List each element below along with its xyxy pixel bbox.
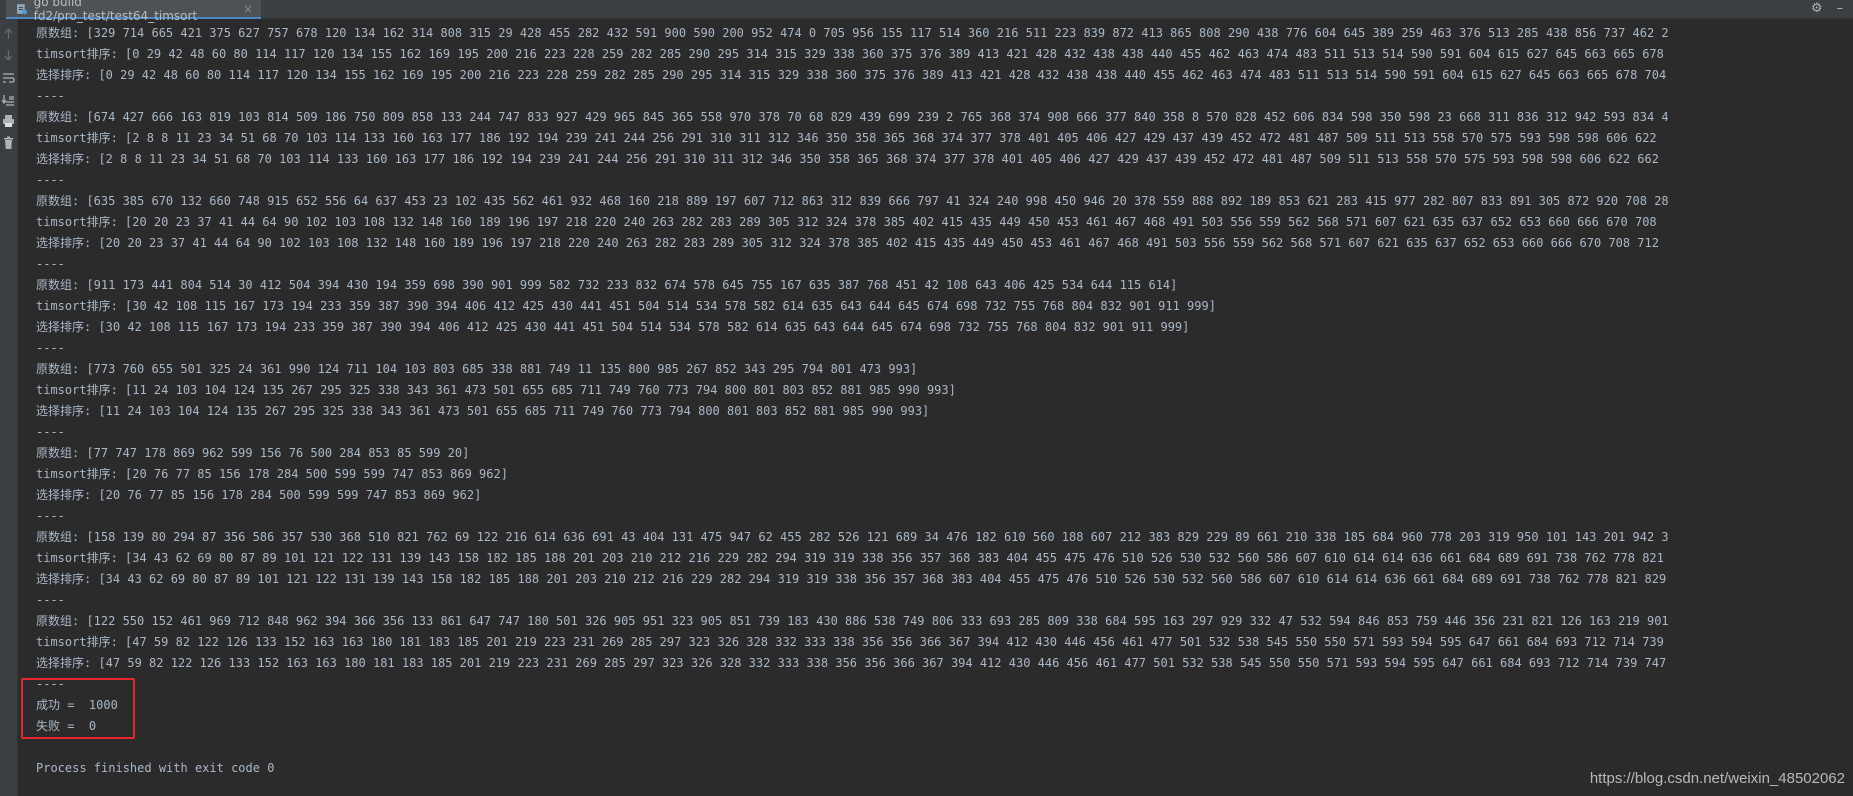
console-line: 原数组: [635 385 670 132 660 748 915 652 55… <box>36 194 1669 208</box>
close-icon[interactable]: × <box>243 2 253 16</box>
console-line: timsort排序: [47 59 82 122 126 133 152 163… <box>36 635 1664 649</box>
console-line: ---- <box>36 593 65 607</box>
gear-icon[interactable]: ⚙ <box>1811 1 1823 16</box>
console-line: 选择排序: [20 76 77 85 156 178 284 500 599 5… <box>36 488 482 502</box>
trash-icon[interactable] <box>2 136 15 150</box>
tab-bar: go build fd2/pro_test/test64_timsort × ⚙… <box>0 0 1853 23</box>
result-highlight-box <box>21 678 135 739</box>
console-line: timsort排序: [2 8 8 11 23 34 51 68 70 103 … <box>36 131 1657 145</box>
console-line: timsort排序: [30 42 108 115 167 173 194 23… <box>36 299 1216 313</box>
console-line: 选择排序: [34 43 62 69 80 87 89 101 121 122 … <box>36 572 1667 586</box>
console-line: 原数组: [674 427 666 163 819 103 814 509 18… <box>36 110 1669 124</box>
console-line: 选择排序: [47 59 82 122 126 133 152 163 163 … <box>36 656 1667 670</box>
tabbar-actions: ⚙ – <box>1811 1 1843 16</box>
console-line: timsort排序: [20 76 77 85 156 178 284 500 … <box>36 467 508 481</box>
console-line: 原数组: [122 550 152 461 969 712 848 962 39… <box>36 614 1669 628</box>
watermark: https://blog.csdn.net/weixin_48502062 <box>1589 770 1845 787</box>
console-line: 原数组: [77 747 178 869 962 599 156 76 500 … <box>36 446 470 460</box>
console-line: 失败 = 0 <box>36 719 97 733</box>
console-line: timsort排序: [34 43 62 69 80 87 89 101 121… <box>36 551 1664 565</box>
console-line: 原数组: [329 714 665 421 375 627 757 678 12… <box>36 26 1669 40</box>
soft-wrap-icon[interactable] <box>2 71 15 85</box>
console-line: ---- <box>36 677 65 691</box>
console-line: ---- <box>36 341 65 355</box>
go-file-icon <box>16 3 28 14</box>
console-line: Process finished with exit code 0 <box>36 761 275 775</box>
console-output[interactable]: 原数组: [329 714 665 421 375 627 757 678 12… <box>36 23 1844 783</box>
console-line: 成功 = 1000 <box>36 698 118 712</box>
console-line: 原数组: [773 760 655 501 325 24 361 990 124… <box>36 362 918 376</box>
run-tab[interactable]: go build fd2/pro_test/test64_timsort × <box>6 0 261 23</box>
console-line: 选择排序: [30 42 108 115 167 173 194 233 359… <box>36 320 1190 334</box>
console-line: ---- <box>36 89 65 103</box>
console-line: ---- <box>36 425 65 439</box>
up-arrow-icon[interactable] <box>2 27 15 41</box>
console-line: ---- <box>36 257 65 271</box>
console-line: 原数组: [911 173 441 804 514 30 412 504 394… <box>36 278 1178 292</box>
tab-title: go build fd2/pro_test/test64_timsort <box>33 0 198 23</box>
console-line: 选择排序: [11 24 103 104 124 135 267 295 325… <box>36 404 930 418</box>
console-line: 选择排序: [20 20 23 37 41 44 64 90 102 103 1… <box>36 236 1659 250</box>
console-line: ---- <box>36 173 65 187</box>
console-toolbar <box>0 19 18 796</box>
scroll-to-end-icon[interactable] <box>2 93 15 107</box>
console-line: 选择排序: [2 8 8 11 23 34 51 68 70 103 114 1… <box>36 152 1659 166</box>
minimize-icon[interactable]: – <box>1837 1 1844 16</box>
console-line: timsort排序: [0 29 42 48 60 80 114 117 120… <box>36 47 1664 61</box>
console-line: timsort排序: [11 24 103 104 124 135 267 29… <box>36 383 956 397</box>
console-line: 选择排序: [0 29 42 48 60 80 114 117 120 134 … <box>36 68 1667 82</box>
console-line: ---- <box>36 509 65 523</box>
console-line: 原数组: [158 139 80 294 87 356 586 357 530 … <box>36 530 1669 544</box>
console-line: timsort排序: [20 20 23 37 41 44 64 90 102 … <box>36 215 1657 229</box>
down-arrow-icon[interactable] <box>2 48 15 62</box>
print-icon[interactable] <box>2 114 15 128</box>
